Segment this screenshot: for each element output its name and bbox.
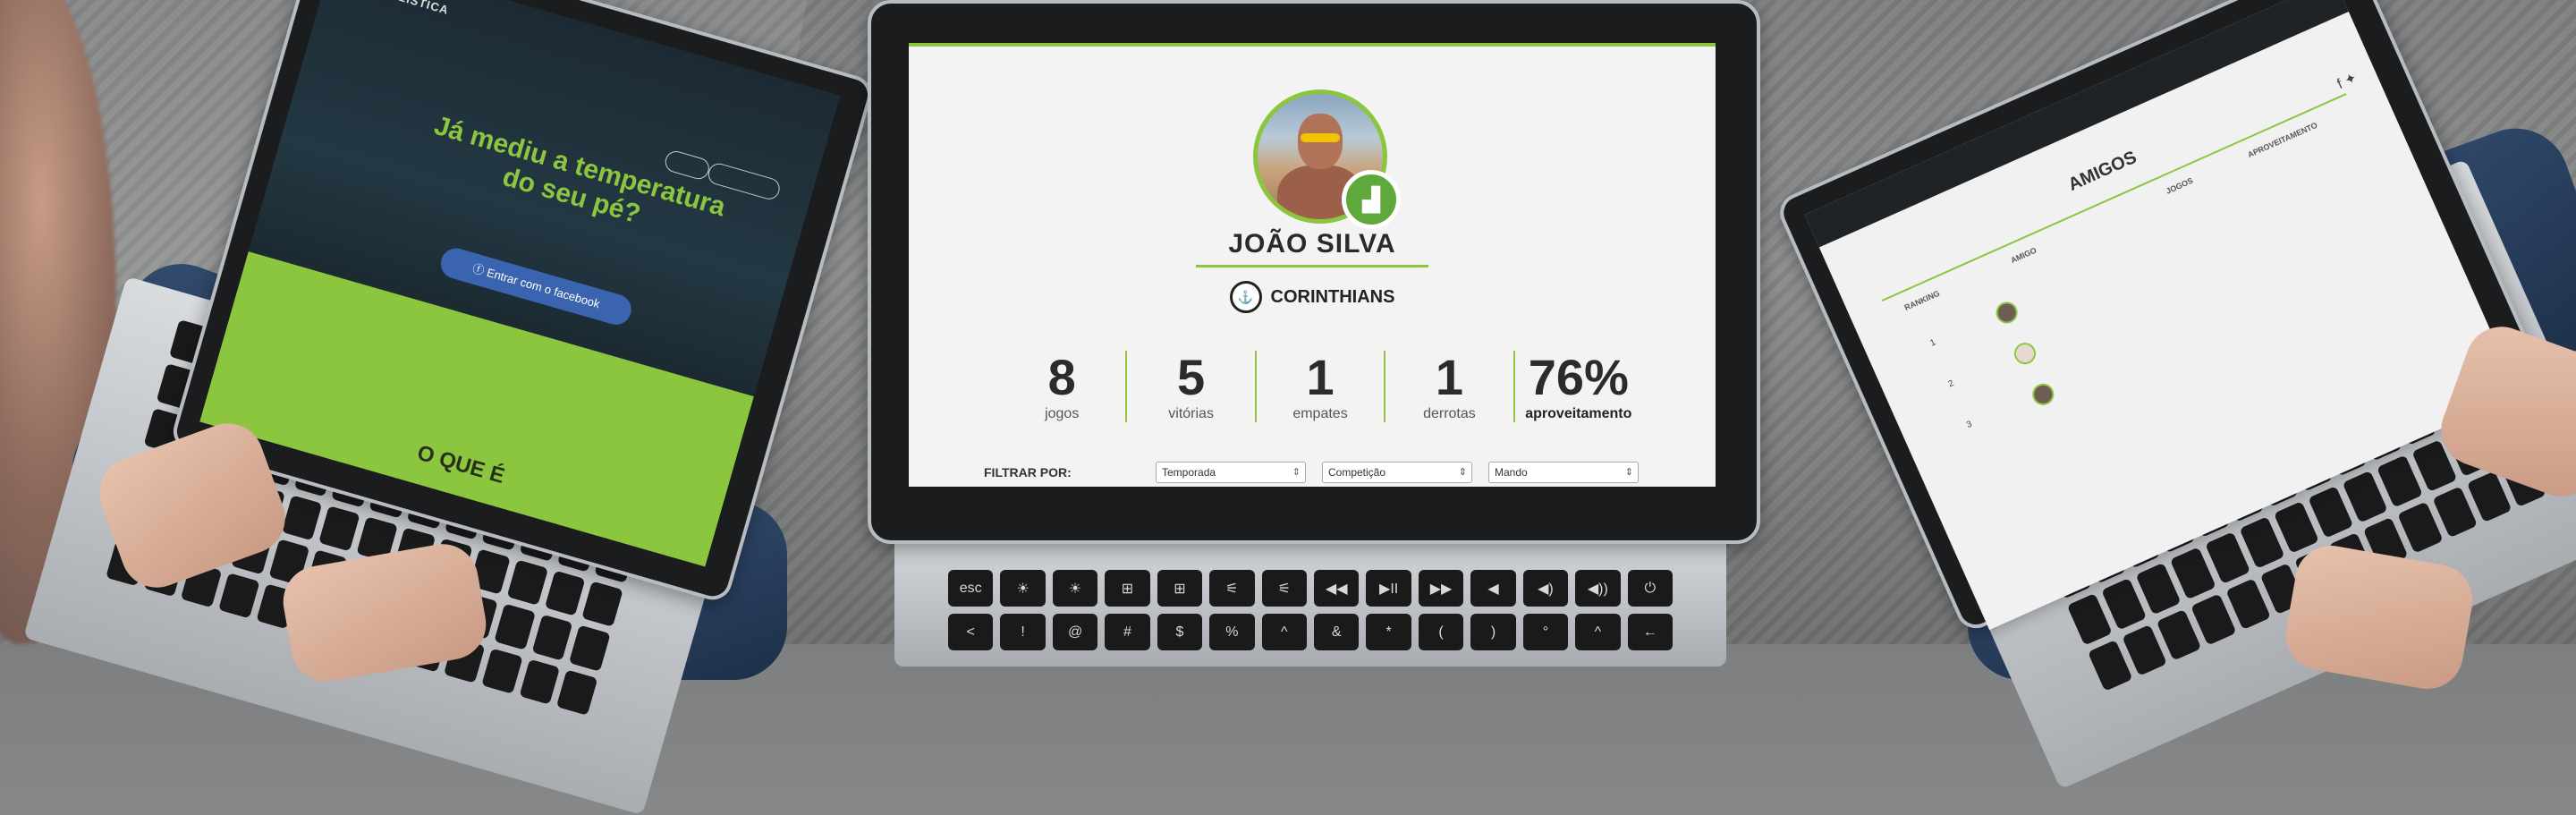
keyboard-key[interactable] [218, 572, 260, 619]
keyboard-key[interactable] [2190, 593, 2237, 646]
keyboard-key[interactable]: ☀ [1052, 570, 1098, 607]
name-divider [1196, 265, 1428, 267]
stat-label: jogos [1045, 406, 1080, 421]
col-header-ranking: RANKING [1902, 288, 1942, 312]
facebook-login-label: Entrar com o facebook [485, 265, 602, 311]
stat-value: 5 [1177, 349, 1206, 405]
keyboard-key[interactable]: * [1366, 614, 1411, 650]
keyboard-key[interactable]: ) [1470, 614, 1516, 650]
keyboard-key[interactable]: ⚟ [1209, 570, 1255, 607]
friend-avatar [1992, 298, 2021, 327]
table-row[interactable] [2011, 337, 2044, 369]
home-away-select[interactable]: Mando [1488, 462, 1639, 483]
center-laptop-lid: ▟ JOÃO SILVA ⚓ CORINTHIANS 8 jogos 5 vit… [868, 0, 1760, 544]
col-header-games: JOGOS [2165, 175, 2195, 196]
stat-label: empates [1292, 406, 1348, 421]
stat-label: vitórias [1168, 406, 1214, 421]
keyboard-key[interactable] [481, 648, 523, 694]
season-select[interactable]: Temporada [1156, 462, 1306, 483]
table-row[interactable] [1992, 296, 2026, 327]
keyboard-key[interactable]: ^ [1575, 614, 1621, 650]
stat-value: 76% [1528, 349, 1629, 405]
keyboard-key[interactable]: ⚟ [1261, 570, 1307, 607]
col-header-performance: APROVEITAMENTO [2246, 120, 2319, 160]
site-logo[interactable]: FUTEBOLÍSTICA [346, 0, 451, 17]
club-row: ⚓ CORINTHIANS [909, 281, 1716, 313]
keyboard-key[interactable] [2377, 454, 2423, 508]
stat-games: 8 jogos [998, 349, 1128, 422]
club-crest-icon: ⚓ [1229, 281, 1262, 313]
keyboard-key[interactable] [556, 669, 598, 716]
table-row[interactable] [2029, 378, 2062, 409]
filter-label: FILTRAR POR: [984, 465, 1072, 480]
stat-label: aproveitamento [1525, 406, 1632, 421]
keyboard-key[interactable]: # [1105, 614, 1150, 650]
keyboard-key[interactable]: ◀◀ [1313, 570, 1360, 607]
site-logo[interactable]: FUTEBOLÍSTICA [1823, 182, 1906, 228]
keyboard-key[interactable]: ← [1627, 614, 1673, 650]
keyboard-key[interactable]: ▶II [1366, 570, 1411, 607]
keyboard-key[interactable]: ◀ [1470, 570, 1516, 607]
keyboard-key[interactable]: ^ [1261, 614, 1307, 650]
keyboard-key[interactable]: ◀) [1522, 570, 1569, 607]
stats-row: 8 jogos 5 vitórias 1 empates 1 derrotas … [998, 351, 1642, 422]
keyboard-key[interactable]: ◀)) [1575, 570, 1621, 607]
profile-screen: ▟ JOÃO SILVA ⚓ CORINTHIANS 8 jogos 5 vit… [909, 43, 1716, 487]
keyboard-key[interactable] [281, 495, 323, 541]
avatar-glasses [1301, 133, 1340, 142]
friend-avatar [2011, 339, 2039, 369]
keyboard-key[interactable]: ! [1000, 614, 1046, 650]
user-menu[interactable] [2248, 18, 2282, 49]
col-header-friend: AMIGO [2009, 245, 2038, 266]
keyboard-key[interactable] [569, 624, 611, 672]
keyboard-key[interactable] [519, 658, 561, 705]
club-name: CORINTHIANS [1270, 286, 1395, 307]
keyboard-key[interactable]: $ [1157, 614, 1203, 650]
keyboard-key[interactable]: ⊞ [1157, 570, 1203, 607]
keyboard-key[interactable]: % [1209, 614, 1255, 650]
keyboard-key[interactable]: < [948, 614, 994, 650]
user-avatar [2248, 20, 2277, 49]
friend-avatar [2029, 380, 2058, 409]
rank-cell: 3 [1965, 419, 1974, 431]
stat-performance: 76% aproveitamento [1515, 351, 1642, 422]
keyboard-key[interactable]: ( [1418, 614, 1464, 650]
keyboard-key[interactable]: ⊞ [1105, 570, 1150, 607]
filter-bar: FILTRAR POR: Temporada Competição Mando [909, 460, 1716, 487]
hero-headline: Já mediu a temperatura do seu pé? [430, 110, 729, 230]
center-keyboard: esc ☀ ☀ ⊞ ⊞ ⚟ ⚟ ◀◀ ▶II ▶▶ ◀ ◀) ◀)) ⏻ <! @ # $% ^ & *() ° ^ ← [948, 570, 1673, 650]
center-laptop-base: esc ☀ ☀ ⊞ ⊞ ⚟ ⚟ ◀◀ ▶II ▶▶ ◀ ◀) ◀)) ⏻ <! @ # $% ^ & *() ° ^ ← [894, 523, 1726, 666]
stat-value: 8 [1047, 349, 1076, 405]
title-divider [1881, 93, 2347, 301]
stat-wins: 5 vitórias [1127, 349, 1257, 422]
rank-cell: 1 [1928, 337, 1937, 349]
keyboard-key[interactable]: @ [1052, 614, 1098, 650]
keyboard-key[interactable] [506, 559, 548, 606]
stat-value: 1 [1306, 349, 1335, 405]
sofa-badge-icon: ▟ [1342, 170, 1401, 229]
keyboard-key[interactable] [581, 581, 623, 628]
keyboard-key[interactable]: ▶▶ [1418, 570, 1464, 607]
player-name: JOÃO SILVA [1228, 229, 1396, 259]
keyboard-key[interactable]: ⏻ [1627, 570, 1673, 607]
keyboard-key[interactable] [318, 505, 360, 552]
keyboard-key[interactable] [494, 603, 536, 650]
keyboard-key[interactable]: ☀ [1000, 570, 1046, 607]
stat-draws: 1 empates [1257, 349, 1386, 422]
twitter-icon[interactable]: ✦ [2343, 71, 2360, 89]
keyboard-key[interactable] [2170, 547, 2216, 599]
keyboard-key[interactable] [2397, 501, 2444, 554]
competition-select[interactable]: Competição [1322, 462, 1472, 483]
keyboard-key[interactable]: & [1313, 614, 1360, 650]
keyboard-key[interactable]: ° [1522, 614, 1569, 650]
stat-label: derrotas [1423, 406, 1476, 421]
stat-value: 1 [1435, 349, 1463, 405]
keyboard-key[interactable] [531, 614, 573, 661]
keyboard-key[interactable] [544, 570, 586, 617]
keyboard-key[interactable]: esc [948, 570, 994, 607]
stat-losses: 1 derrotas [1385, 349, 1515, 422]
rank-cell: 2 [1946, 378, 1956, 390]
